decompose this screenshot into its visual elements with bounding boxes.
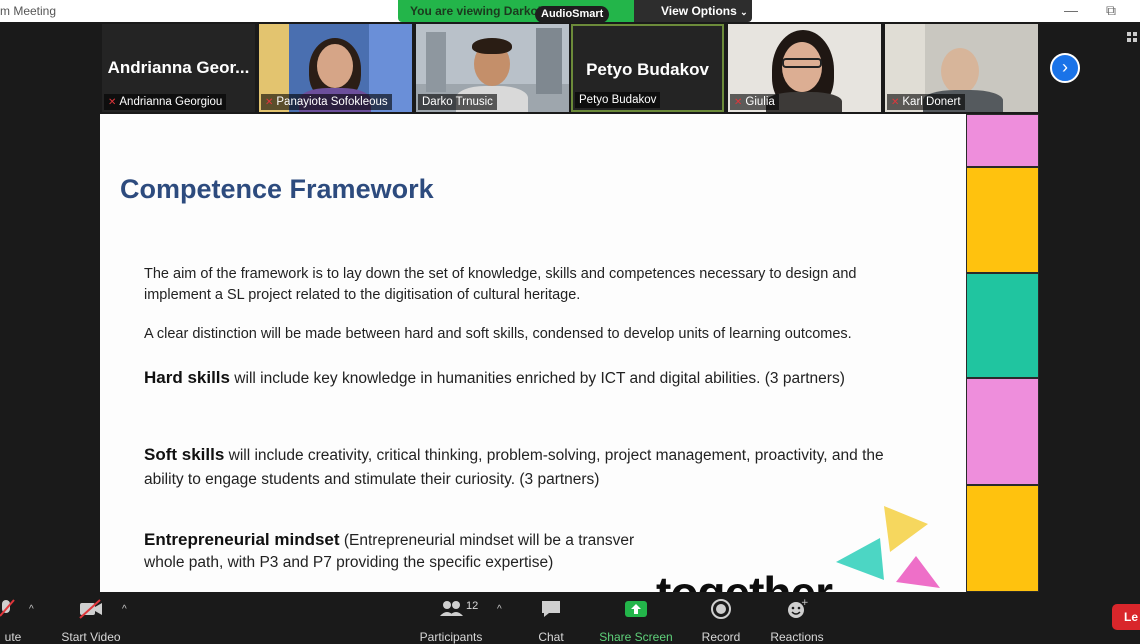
slide-paragraph-aim: The aim of the framework is to lay down … xyxy=(144,266,857,303)
slide-paragraph-distinction: A clear distinction will be made between… xyxy=(144,326,852,342)
record-button[interactable]: Record xyxy=(700,598,742,644)
start-video-button[interactable]: Start Video xyxy=(58,598,124,644)
chat-button[interactable]: Chat xyxy=(532,598,570,644)
participant-big-name: Petyo Budakov xyxy=(586,60,709,79)
gallery-next-page-button[interactable]: › xyxy=(1050,53,1080,83)
chevron-down-icon: ⌄ xyxy=(740,7,748,17)
participant-tile[interactable]: ✕ Karl Donert xyxy=(885,24,1038,112)
slide-entrepreneurial-mindset: Entrepreneurial mindset (Entrepreneurial… xyxy=(144,530,635,571)
slide-title: Competence Framework xyxy=(120,174,434,204)
participant-gallery: Andrianna Geor... ✕ Andrianna Georgiou ✕ P… xyxy=(102,24,1038,112)
shared-screen-slide: Competence Framework The aim of the fram… xyxy=(100,114,966,592)
participant-tile[interactable]: Darko Trnusic xyxy=(416,24,569,112)
color-block xyxy=(966,485,1039,592)
participants-label: Participants xyxy=(419,630,483,644)
mic-muted-icon: ✕ xyxy=(734,97,743,108)
slide-side-color-blocks xyxy=(966,114,1039,592)
share-screen-button[interactable]: Share Screen xyxy=(598,598,674,644)
mute-label: ute xyxy=(4,630,22,644)
audio-options-caret-icon[interactable]: ^ xyxy=(29,604,34,615)
logo-wordmark: together xyxy=(656,566,833,592)
video-options-caret-icon[interactable]: ^ xyxy=(122,604,127,615)
participants-count: 12 xyxy=(466,600,479,612)
mic-muted-icon: ✕ xyxy=(891,97,900,108)
mute-button[interactable]: ute xyxy=(0,598,26,644)
participant-nameplate: ✕ Karl Donert xyxy=(887,94,965,110)
participants-button[interactable]: 12 Participants xyxy=(414,598,488,644)
start-video-label: Start Video xyxy=(61,630,121,644)
audiosmart-badge: AudioSmart xyxy=(535,6,610,23)
reactions-button[interactable]: + Reactions xyxy=(768,598,826,644)
reactions-smiley-icon: + xyxy=(768,598,826,620)
svg-text:+: + xyxy=(801,598,808,608)
color-block xyxy=(966,167,1039,273)
participant-nameplate: ✕ Giulia xyxy=(730,94,779,110)
slide-hard-skills: Hard skills will include key knowledge i… xyxy=(144,368,845,387)
grid-view-icon[interactable] xyxy=(1127,32,1139,44)
participant-nameplate: ✕ Panayiota Sofokleous xyxy=(261,94,392,110)
record-label: Record xyxy=(701,630,741,644)
mic-muted-icon: ✕ xyxy=(265,97,274,108)
color-block xyxy=(966,273,1039,378)
participant-big-name: Andrianna Geor... xyxy=(107,58,250,77)
participant-tile[interactable]: ✕ Giulia xyxy=(728,24,881,112)
slide-soft-skills: Soft skills will include creativity, cri… xyxy=(144,445,884,488)
window-title: m Meeting xyxy=(0,4,57,18)
meeting-toolbar: ute ^ Start Video ^ 12 Participants ^ Ch… xyxy=(0,592,1140,644)
chat-label: Chat xyxy=(538,630,564,644)
video-camera-off-icon xyxy=(58,598,124,620)
view-options-label: View Options ⌄ xyxy=(661,4,748,18)
participant-tile-active-speaker[interactable]: Petyo Budakov Petyo Budakov xyxy=(571,24,724,112)
participant-nameplate: ✕ Andrianna Georgiou xyxy=(104,94,227,110)
participant-tile[interactable]: Andrianna Geor... ✕ Andrianna Georgiou xyxy=(102,24,255,112)
mic-muted-icon: ✕ xyxy=(108,97,117,108)
color-block xyxy=(966,378,1039,485)
participant-tile[interactable]: ✕ Panayiota Sofokleous xyxy=(259,24,412,112)
microphone-muted-icon xyxy=(0,598,26,620)
participant-nameplate: Darko Trnusic xyxy=(418,94,497,110)
record-icon xyxy=(700,598,742,620)
participants-icon: 12 xyxy=(414,598,488,620)
leave-meeting-button[interactable]: Le xyxy=(1112,604,1140,630)
color-block xyxy=(966,114,1039,167)
share-screen-label: Share Screen xyxy=(599,630,673,644)
share-screen-arrow-icon xyxy=(598,598,674,620)
chat-bubble-icon xyxy=(532,598,570,620)
minimize-button[interactable]: — xyxy=(1064,2,1078,18)
reactions-label: Reactions xyxy=(770,630,824,644)
together-logo: together xyxy=(656,504,966,592)
restore-button[interactable]: ⧉ xyxy=(1106,2,1116,19)
view-options-button[interactable]: View Options ⌄ xyxy=(634,0,752,22)
participant-nameplate: Petyo Budakov xyxy=(575,92,661,108)
participants-options-caret-icon[interactable]: ^ xyxy=(497,604,502,615)
